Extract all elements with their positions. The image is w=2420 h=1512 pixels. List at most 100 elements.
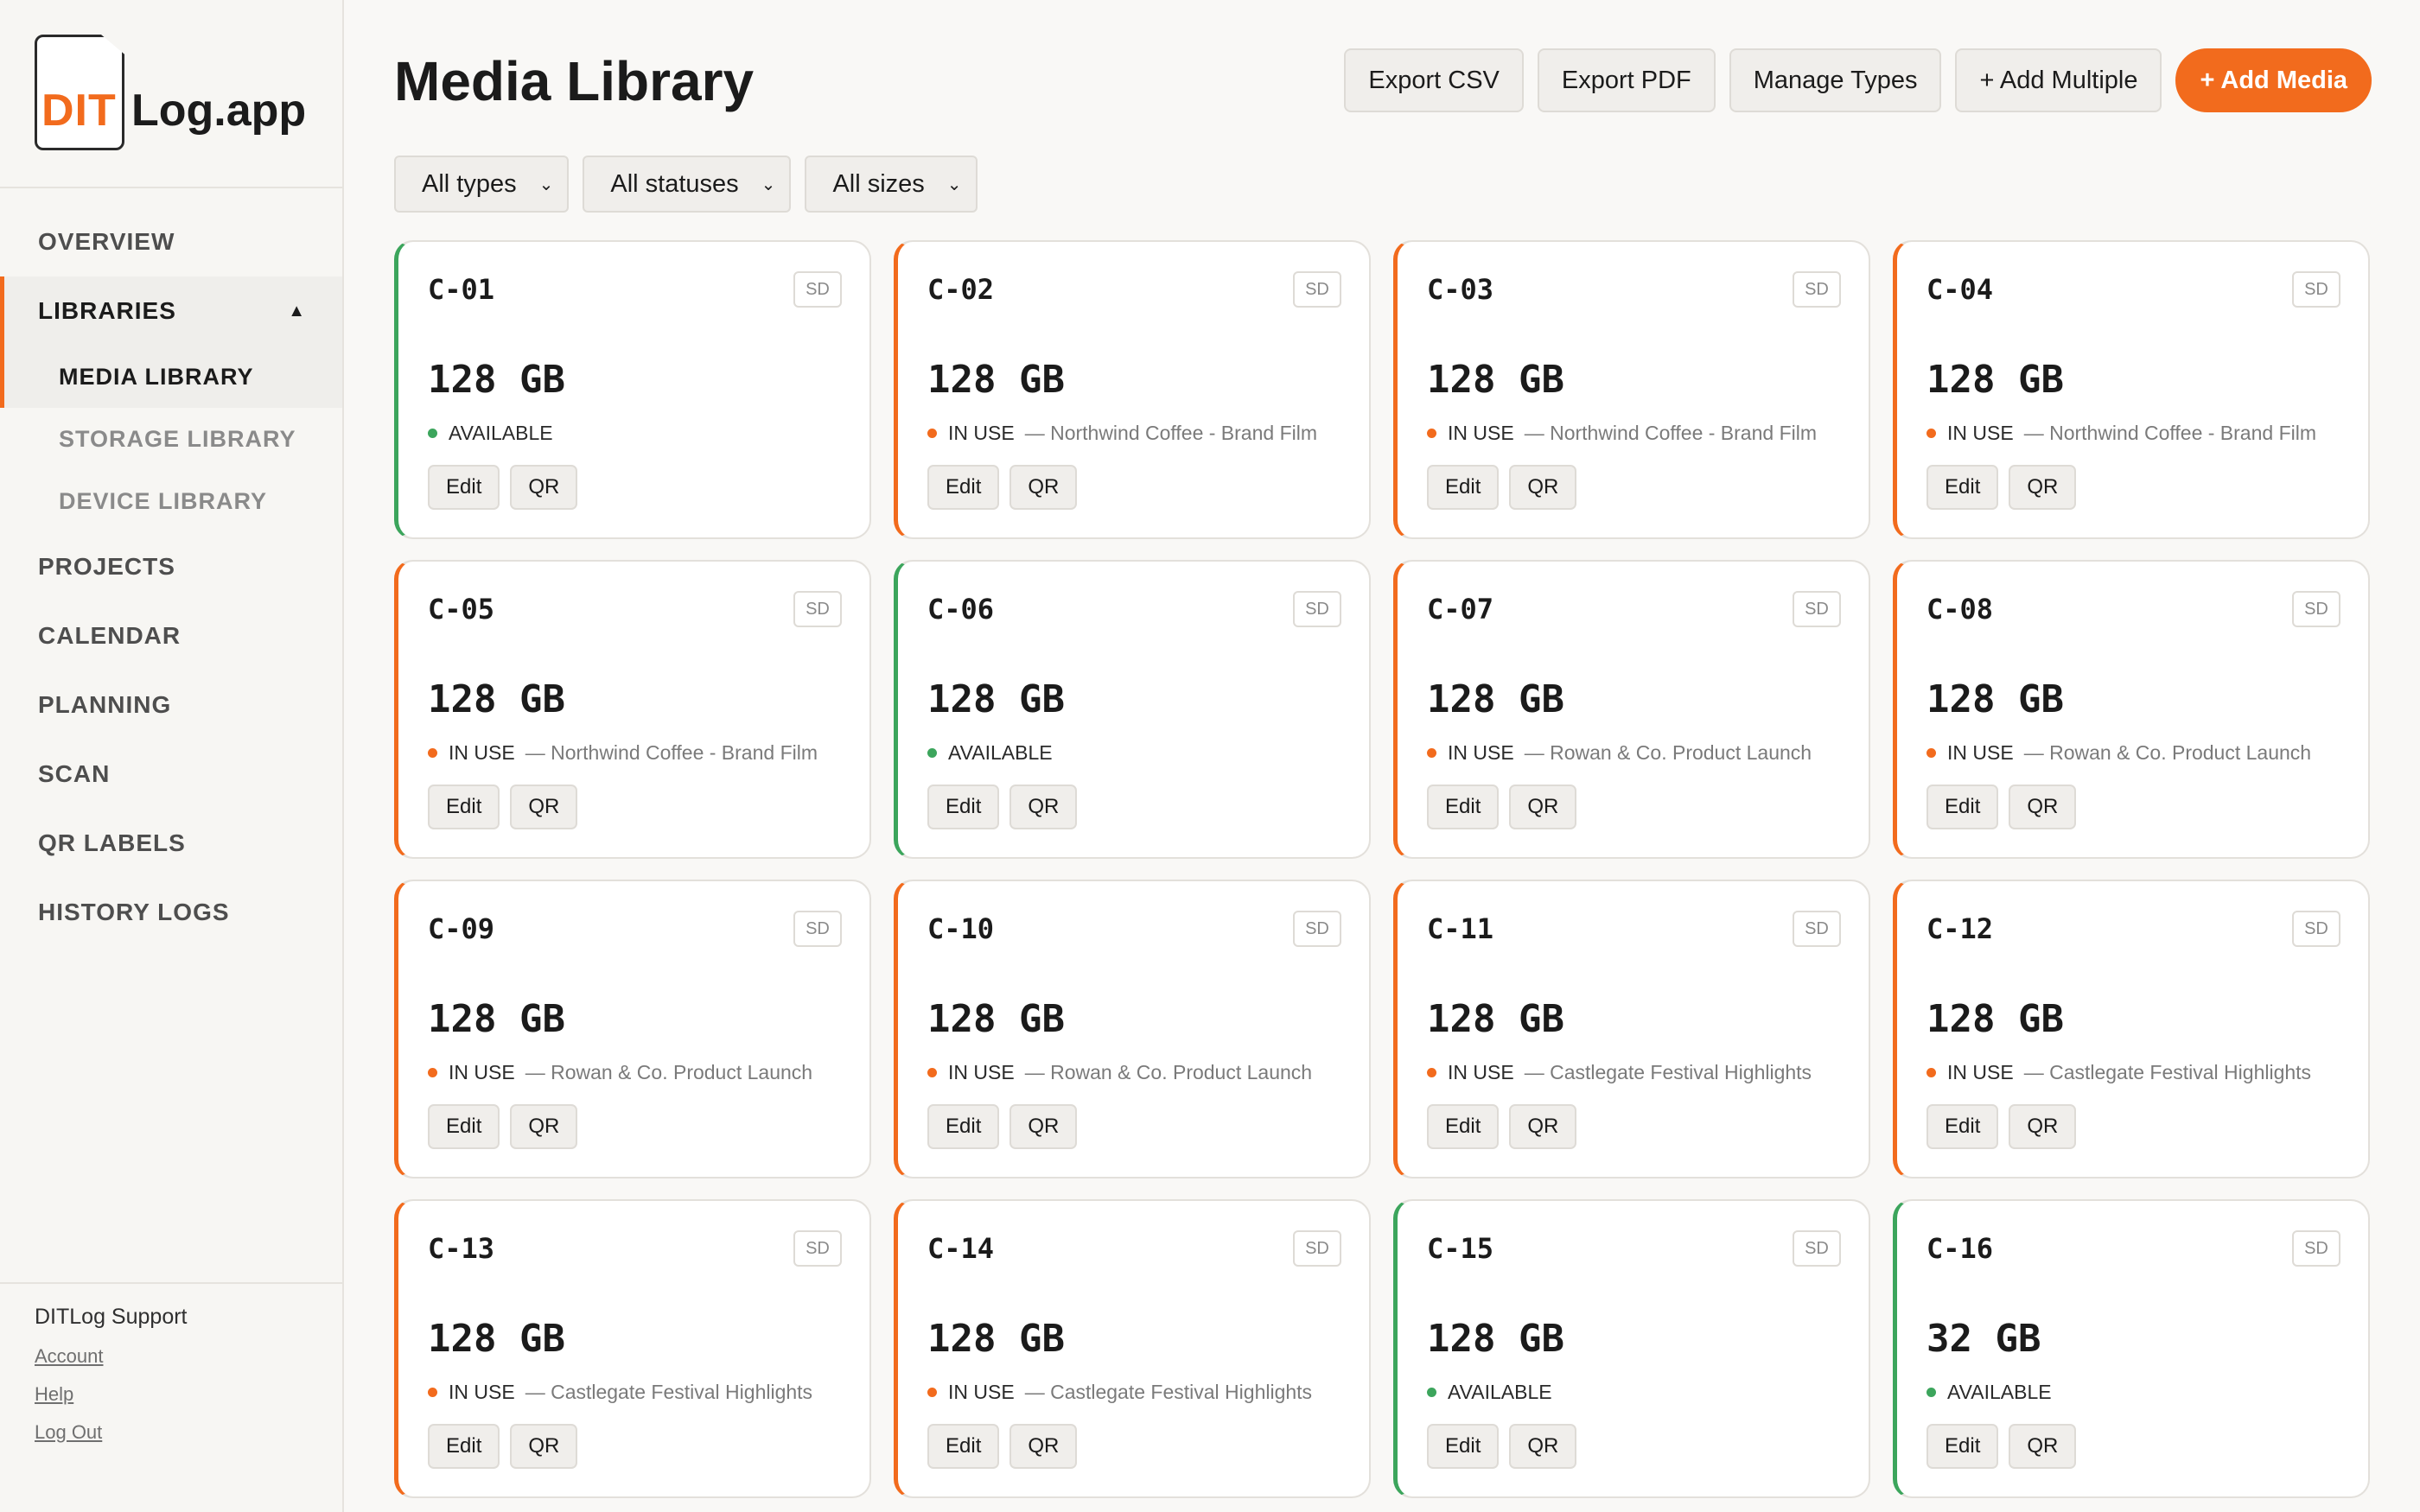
- edit-button[interactable]: Edit: [1427, 1424, 1500, 1469]
- card-actions: Edit QR: [1427, 465, 1577, 510]
- edit-button[interactable]: Edit: [1926, 1424, 1999, 1469]
- manage-types-button[interactable]: Manage Types: [1729, 48, 1942, 112]
- media-card[interactable]: C-04 SD 128 GB IN USE — Northwind Coffee…: [1893, 240, 2370, 539]
- chevron-down-icon: ⌄: [946, 175, 962, 194]
- sidebar-item-libraries[interactable]: LIBRARIES ▲: [0, 276, 342, 346]
- edit-button[interactable]: Edit: [927, 1104, 1000, 1149]
- qr-button[interactable]: QR: [1009, 465, 1078, 510]
- logout-link[interactable]: Log Out: [35, 1420, 308, 1445]
- qr-button[interactable]: QR: [1509, 785, 1577, 829]
- sidebar-item-media-library[interactable]: MEDIA LIBRARY: [0, 346, 342, 408]
- edit-button[interactable]: Edit: [1427, 1104, 1500, 1149]
- edit-button[interactable]: Edit: [428, 785, 500, 829]
- status-filter-select[interactable]: All statuses ⌄: [583, 156, 792, 213]
- status-label: IN USE: [948, 1061, 1015, 1083]
- media-id: C-05: [428, 593, 495, 626]
- edit-button[interactable]: Edit: [1926, 785, 1999, 829]
- edit-button[interactable]: Edit: [1926, 465, 1999, 510]
- media-card[interactable]: C-12 SD 128 GB IN USE — Castlegate Festi…: [1893, 880, 2370, 1178]
- export-pdf-button[interactable]: Export PDF: [1537, 48, 1716, 112]
- qr-button[interactable]: QR: [2009, 1424, 2077, 1469]
- media-type-badge: SD: [1293, 591, 1341, 627]
- media-id: C-16: [1926, 1232, 1994, 1265]
- media-status: IN USE — Northwind Coffee - Brand Film: [1926, 422, 2316, 445]
- card-actions: Edit QR: [1427, 1424, 1577, 1469]
- qr-button[interactable]: QR: [1509, 1104, 1577, 1149]
- media-card[interactable]: C-16 SD 32 GB AVAILABLE Edit QR: [1893, 1199, 2370, 1498]
- edit-button[interactable]: Edit: [927, 1424, 1000, 1469]
- media-status: IN USE — Northwind Coffee - Brand Film: [428, 741, 818, 765]
- media-card[interactable]: C-01 SD 128 GB AVAILABLE Edit QR: [394, 240, 871, 539]
- media-status: AVAILABLE: [1427, 1381, 1563, 1404]
- status-label: IN USE: [1448, 741, 1514, 764]
- edit-button[interactable]: Edit: [428, 465, 500, 510]
- qr-button[interactable]: QR: [2009, 785, 2077, 829]
- qr-button[interactable]: QR: [510, 1104, 578, 1149]
- qr-button[interactable]: QR: [1509, 1424, 1577, 1469]
- help-link[interactable]: Help: [35, 1382, 308, 1407]
- sidebar-item-storage-library[interactable]: STORAGE LIBRARY: [0, 408, 342, 470]
- sidebar-item-calendar[interactable]: CALENDAR: [0, 601, 342, 670]
- card-actions: Edit QR: [927, 785, 1078, 829]
- qr-button[interactable]: QR: [1009, 785, 1078, 829]
- media-status: IN USE — Northwind Coffee - Brand Film: [1427, 422, 1817, 445]
- assigned-project: — Rowan & Co. Product Launch: [1024, 1061, 1313, 1083]
- add-multiple-button[interactable]: + Add Multiple: [1955, 48, 2162, 112]
- media-card[interactable]: C-06 SD 128 GB AVAILABLE Edit QR: [894, 560, 1371, 859]
- qr-button[interactable]: QR: [2009, 465, 2077, 510]
- media-capacity: 128 GB: [1427, 677, 1564, 721]
- account-link[interactable]: Account: [35, 1344, 308, 1369]
- sidebar-item-device-library[interactable]: DEVICE LIBRARY: [0, 470, 342, 532]
- media-type-badge: SD: [2292, 911, 2340, 947]
- status-label: IN USE: [1448, 422, 1514, 444]
- type-filter-select[interactable]: All types ⌄: [394, 156, 570, 213]
- media-card[interactable]: C-05 SD 128 GB IN USE — Northwind Coffee…: [394, 560, 871, 859]
- edit-button[interactable]: Edit: [428, 1104, 500, 1149]
- media-card[interactable]: C-07 SD 128 GB IN USE — Rowan & Co. Prod…: [1393, 560, 1870, 859]
- media-card[interactable]: C-03 SD 128 GB IN USE — Northwind Coffee…: [1393, 240, 1870, 539]
- status-dot-icon: [927, 748, 937, 758]
- sidebar-item-scan[interactable]: SCAN: [0, 740, 342, 809]
- edit-button[interactable]: Edit: [927, 785, 1000, 829]
- qr-button[interactable]: QR: [510, 465, 578, 510]
- media-card[interactable]: C-13 SD 128 GB IN USE — Castlegate Festi…: [394, 1199, 871, 1498]
- media-capacity: 128 GB: [428, 997, 565, 1041]
- sidebar-item-qr-labels[interactable]: QR LABELS: [0, 809, 342, 878]
- status-label: IN USE: [449, 1061, 515, 1083]
- sidebar-item-history-logs[interactable]: HISTORY LOGS: [0, 878, 342, 947]
- media-card[interactable]: C-14 SD 128 GB IN USE — Castlegate Festi…: [894, 1199, 1371, 1498]
- sidebar-item-label: LIBRARIES: [38, 297, 176, 324]
- media-id: C-15: [1427, 1232, 1494, 1265]
- media-card[interactable]: C-02 SD 128 GB IN USE — Northwind Coffee…: [894, 240, 1371, 539]
- media-type-badge: SD: [1293, 911, 1341, 947]
- card-actions: Edit QR: [1926, 1424, 2077, 1469]
- export-csv-button[interactable]: Export CSV: [1344, 48, 1524, 112]
- qr-button[interactable]: QR: [510, 785, 578, 829]
- qr-button[interactable]: QR: [1009, 1424, 1078, 1469]
- qr-button[interactable]: QR: [1509, 465, 1577, 510]
- media-card[interactable]: C-15 SD 128 GB AVAILABLE Edit QR: [1393, 1199, 1870, 1498]
- media-card[interactable]: C-09 SD 128 GB IN USE — Rowan & Co. Prod…: [394, 880, 871, 1178]
- qr-button[interactable]: QR: [510, 1424, 578, 1469]
- edit-button[interactable]: Edit: [1427, 785, 1500, 829]
- media-card[interactable]: C-10 SD 128 GB IN USE — Rowan & Co. Prod…: [894, 880, 1371, 1178]
- media-type-badge: SD: [1793, 1230, 1841, 1267]
- edit-button[interactable]: Edit: [428, 1424, 500, 1469]
- app-logo[interactable]: DIT Log.app: [33, 33, 318, 154]
- assigned-project: — Castlegate Festival Highlights: [525, 1381, 813, 1403]
- media-card[interactable]: C-08 SD 128 GB IN USE — Rowan & Co. Prod…: [1893, 560, 2370, 859]
- media-status: IN USE — Castlegate Festival Highlights: [428, 1381, 812, 1404]
- add-media-button[interactable]: + Add Media: [2175, 48, 2372, 112]
- edit-button[interactable]: Edit: [1427, 465, 1500, 510]
- media-card[interactable]: C-11 SD 128 GB IN USE — Castlegate Festi…: [1393, 880, 1870, 1178]
- qr-button[interactable]: QR: [1009, 1104, 1078, 1149]
- edit-button[interactable]: Edit: [1926, 1104, 1999, 1149]
- sidebar-item-planning[interactable]: PLANNING: [0, 670, 342, 740]
- qr-button[interactable]: QR: [2009, 1104, 2077, 1149]
- size-filter-select[interactable]: All sizes ⌄: [805, 156, 978, 213]
- edit-button[interactable]: Edit: [927, 465, 1000, 510]
- sidebar-item-projects[interactable]: PROJECTS: [0, 532, 342, 601]
- media-capacity: 128 GB: [428, 677, 565, 721]
- media-status: IN USE — Northwind Coffee - Brand Film: [927, 422, 1317, 445]
- sidebar-item-overview[interactable]: OVERVIEW: [0, 207, 342, 276]
